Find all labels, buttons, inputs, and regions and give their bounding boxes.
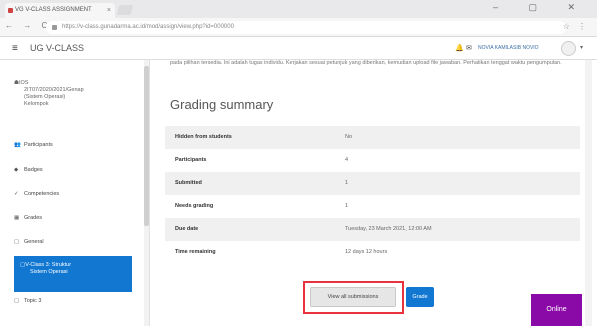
sidebar-scroll-thumb[interactable] xyxy=(144,66,149,226)
bookmark-menu-icons[interactable]: ☆ ⋮ xyxy=(563,22,589,31)
row-value: 12 days 12 hours xyxy=(345,249,388,255)
url-text: https://v-class.gunadarma.ac.id/mod/assi… xyxy=(62,24,234,30)
sidebar-item-label: Badges xyxy=(24,167,43,173)
avatar[interactable] xyxy=(561,41,576,56)
online-chat-button[interactable]: Online xyxy=(531,294,582,326)
tab-close-icon[interactable]: × xyxy=(107,3,111,18)
course-line-1: IOS xyxy=(18,80,29,86)
view-all-submissions-button[interactable]: View all submissions xyxy=(310,287,396,307)
badge-icon: ◆ xyxy=(14,167,19,173)
tab-favicon-icon xyxy=(8,8,13,13)
sidebar-item-label: General xyxy=(24,239,44,245)
table-row: Time remaining 12 days 12 hours xyxy=(165,241,580,264)
window-controls[interactable]: – ▢ ✕ xyxy=(493,2,589,13)
row-label: Needs grading xyxy=(175,203,214,209)
main-scrollbar[interactable] xyxy=(585,60,592,326)
chevron-down-icon[interactable]: ▾ xyxy=(580,44,583,51)
notification-icon[interactable]: 🔔 xyxy=(455,44,464,52)
message-icon[interactable]: ✉ xyxy=(466,44,472,52)
row-value: Tuesday, 23 March 2021, 12:00 AM xyxy=(345,226,432,232)
new-tab-button[interactable] xyxy=(116,5,134,15)
table-row: Due date Tuesday, 23 March 2021, 12:00 A… xyxy=(165,218,580,241)
sidebar-item-participants[interactable]: 👥 Participants xyxy=(14,142,136,149)
sidebar-item-topic[interactable]: ▢ Topic 3 xyxy=(14,298,136,305)
sidebar-item-active-topic[interactable]: ▢V-Class 3: Struktur Sistem Operasi xyxy=(14,256,132,292)
folder-icon: ▢ xyxy=(14,239,20,245)
row-label: Participants xyxy=(175,157,207,163)
table-row: Submitted 1 xyxy=(165,172,580,195)
browser-tab[interactable]: VG V-CLASS ASSIGNMENT × xyxy=(5,3,115,18)
assignment-description: pada pilihan tersedia. Ini adalah tugas … xyxy=(170,60,562,66)
active-line-1: V-Class 3: Struktur xyxy=(25,262,72,268)
row-value: No xyxy=(345,134,353,140)
course-line-3: (Sistem Operasi) xyxy=(24,94,66,100)
site-title[interactable]: UG V-CLASS xyxy=(30,43,84,53)
table-row: Hidden from students No xyxy=(165,126,580,149)
sidebar-item-label: Grades xyxy=(24,215,43,221)
sidebar-item-competencies[interactable]: ✓ Competencies xyxy=(14,191,136,198)
tab-title: VG V-CLASS ASSIGNMENT xyxy=(15,7,92,13)
lock-icon xyxy=(52,25,57,30)
row-value: 1 xyxy=(345,203,349,209)
active-line-2: Sistem Operasi xyxy=(30,269,68,275)
grading-summary-table: Hidden from students No Participants 4 S… xyxy=(165,126,580,264)
address-bar: ← → C ⌂ https://v-class.gunadarma.ac.id/… xyxy=(0,18,597,37)
row-label: Submitted xyxy=(175,180,202,186)
grades-icon: ▦ xyxy=(14,215,20,221)
menu-icon[interactable]: ≡ xyxy=(12,43,18,54)
sidebar-item-label: Topic 3 xyxy=(24,298,42,304)
course-line-4: Kelompok xyxy=(24,101,49,107)
row-value: 4 xyxy=(345,157,349,163)
user-name[interactable]: NOVIA KAMILASIB NOVIO xyxy=(478,45,539,51)
sidebar-item-badges[interactable]: ◆ Badges xyxy=(14,167,136,174)
table-row: Needs grading 1 xyxy=(165,195,580,218)
row-value: 1 xyxy=(345,180,349,186)
url-field[interactable]: https://v-class.gunadarma.ac.id/mod/assi… xyxy=(46,21,566,34)
folder-icon: ▢ xyxy=(14,298,20,304)
sidebar-item-course[interactable]: ☗IOS 2IT07/2020/2021/Genap (Sistem Opera… xyxy=(14,80,136,108)
row-label: Hidden from students xyxy=(175,134,232,140)
sidebar-item-grades[interactable]: ▦ Grades xyxy=(14,215,136,222)
sidebar-item-general[interactable]: ▢ General xyxy=(14,239,136,246)
page-title: Grading summary xyxy=(170,97,274,112)
sidebar-item-label: Competencies xyxy=(24,191,60,197)
users-icon: 👥 xyxy=(14,142,21,148)
sidebar-item-label: Participants xyxy=(24,142,53,148)
check-icon: ✓ xyxy=(14,191,19,197)
course-line-2: 2IT07/2020/2021/Genap xyxy=(24,87,84,93)
grade-button[interactable]: Grade xyxy=(406,287,434,307)
table-row: Participants 4 xyxy=(165,149,580,172)
app-header: ≡ UG V-CLASS 🔔 ✉ NOVIA KAMILASIB NOVIO ▾ xyxy=(0,37,597,60)
browser-titlebar: VG V-CLASS ASSIGNMENT × – ▢ ✕ xyxy=(0,0,597,18)
row-label: Time remaining xyxy=(175,249,216,255)
row-label: Due date xyxy=(175,226,199,232)
